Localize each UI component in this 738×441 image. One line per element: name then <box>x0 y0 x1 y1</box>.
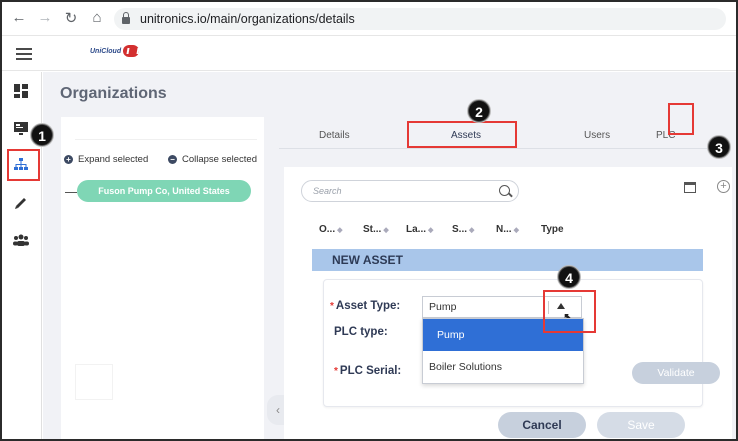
collapse-selected-label: Collapse selected <box>182 154 257 165</box>
users-icon[interactable] <box>13 234 29 250</box>
page-title: Organizations <box>60 85 167 102</box>
reload-icon[interactable]: ↻ <box>62 9 80 27</box>
screenshot-frame: ← → ↻ ⌂ unitronics.io/main/organizations… <box>0 0 738 441</box>
home-icon[interactable]: ⌂ <box>88 9 106 26</box>
callout-badge-4: 4 <box>558 266 580 288</box>
unicloud-logo[interactable]: UniCloud <box>90 45 140 57</box>
expand-selected-button[interactable]: + Expand selected <box>64 154 148 165</box>
hamburger-menu-icon[interactable] <box>16 48 32 60</box>
column-header-n[interactable]: N... ◆ <box>496 224 519 235</box>
tab-users[interactable]: Users <box>584 130 610 141</box>
asset-type-value: Pump <box>429 301 457 313</box>
save-button[interactable]: Save <box>597 412 685 438</box>
minus-circle-icon: − <box>168 155 177 164</box>
collapse-selected-button[interactable]: − Collapse selected <box>168 154 257 165</box>
select-caret-highlight-box <box>543 290 596 333</box>
column-header-o[interactable]: O... ◆ <box>319 224 343 235</box>
archive-icon[interactable] <box>684 182 696 193</box>
search-icon[interactable] <box>499 185 510 196</box>
column-header-la[interactable]: La... ◆ <box>406 224 433 235</box>
plc-serial-label: * PLC Serial: <box>334 365 402 377</box>
app-header: UniCloud <box>2 35 736 71</box>
validate-button[interactable]: Validate <box>632 362 720 384</box>
assets-panel: Search + O... ◆ St... ◆ La... ◆ S... ◆ N... ◆… <box>284 167 732 439</box>
column-header-type[interactable]: Type <box>541 224 564 235</box>
logo-text: UniCloud <box>90 47 122 55</box>
logo-mark-icon <box>123 45 140 57</box>
plc-type-label: PLC type: <box>334 326 388 338</box>
asset-type-label: * Asset Type: <box>330 300 401 312</box>
expand-selected-label: Expand selected <box>78 154 149 165</box>
dropdown-option-boiler-solutions[interactable]: Boiler Solutions <box>423 351 583 383</box>
organization-tree-panel: + Expand selected − Collapse selected Fu… <box>61 117 264 439</box>
dashboard-icon[interactable] <box>13 84 29 100</box>
plus-circle-icon: + <box>64 155 73 164</box>
column-header-st[interactable]: St... ◆ <box>363 224 389 235</box>
callout-badge-2: 2 <box>468 100 490 122</box>
assets-tab-highlight-box <box>407 121 517 148</box>
pencil-icon[interactable] <box>13 196 29 212</box>
back-arrow-icon[interactable]: ← <box>10 9 28 26</box>
main-content: Organizations + Expand selected − Collap… <box>43 72 736 439</box>
new-asset-header: NEW ASSET <box>312 249 703 271</box>
url-text: unitronics.io/main/organizations/details <box>140 12 355 26</box>
add-asset-icon[interactable]: + <box>717 180 730 193</box>
tab-details[interactable]: Details <box>319 130 350 141</box>
tree-node-organization[interactable]: Fuson Pump Co, United States <box>77 180 251 202</box>
forward-arrow-icon[interactable]: → <box>36 9 54 26</box>
rail-item-highlight-box <box>7 149 40 181</box>
cancel-button[interactable]: Cancel <box>498 412 586 438</box>
callout-badge-3: 3 <box>708 136 730 158</box>
asset-search-input[interactable]: Search <box>301 180 519 202</box>
add-button-highlight-box <box>668 103 694 135</box>
tree-empty-box <box>75 364 113 400</box>
lock-icon <box>122 12 130 24</box>
tree-connector-line <box>65 192 77 193</box>
column-header-s[interactable]: S... ◆ <box>452 224 474 235</box>
callout-badge-1: 1 <box>31 124 53 146</box>
browser-toolbar: ← → ↻ ⌂ unitronics.io/main/organizations… <box>2 2 736 35</box>
address-bar[interactable]: unitronics.io/main/organizations/details <box>114 8 726 30</box>
search-placeholder: Search <box>313 186 342 196</box>
tree-search-field[interactable] <box>75 125 257 140</box>
new-asset-form: * Asset Type: PLC type: * PLC Serial: Pump… <box>323 279 720 407</box>
monitor-icon[interactable] <box>13 122 29 138</box>
